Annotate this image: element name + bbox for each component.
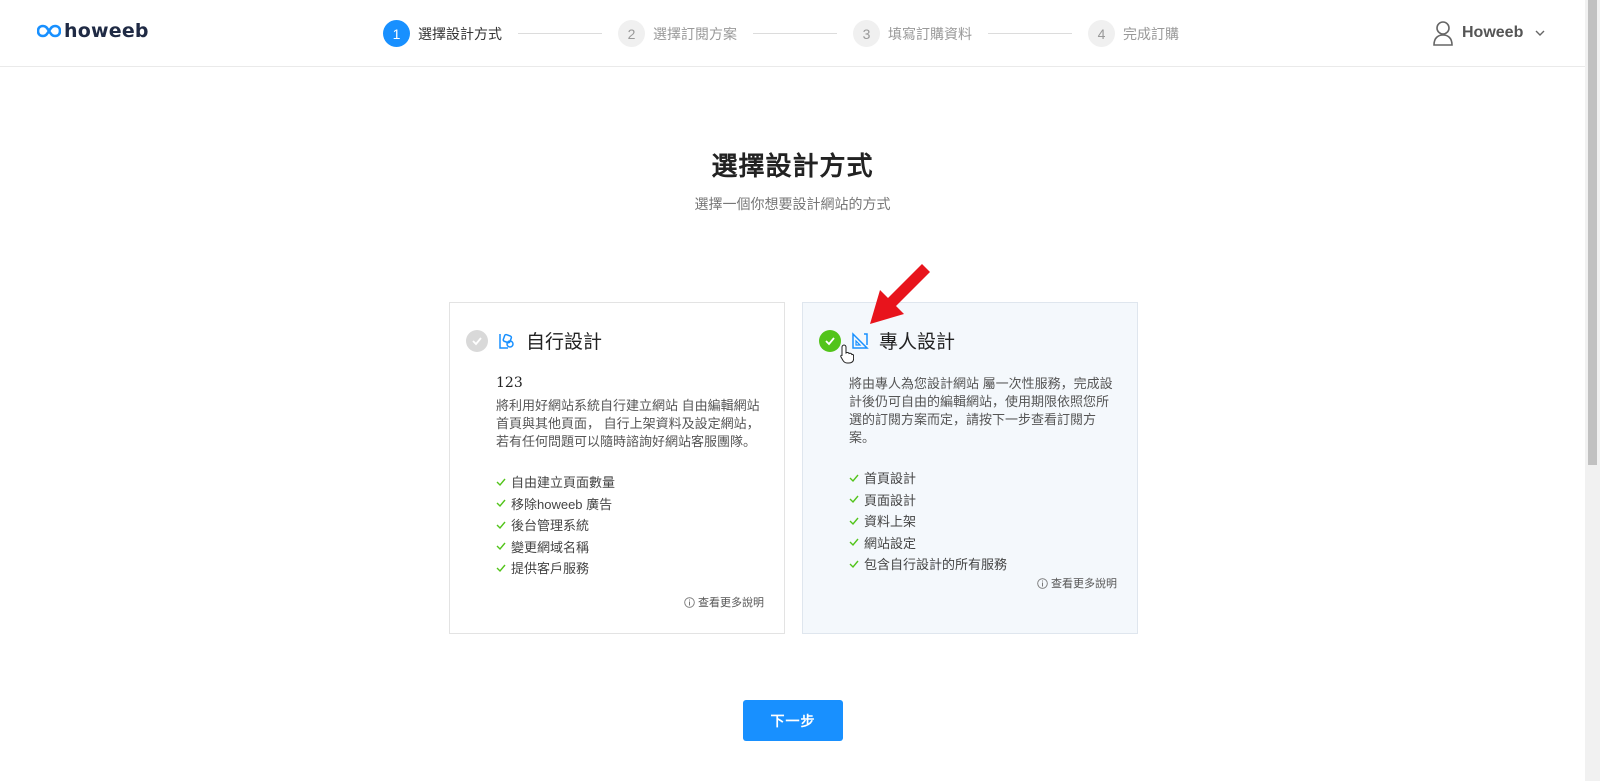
feature-item: 變更網域名稱 bbox=[496, 536, 766, 558]
tick-icon bbox=[849, 517, 859, 525]
tick-icon bbox=[849, 538, 859, 547]
chevron-down-icon bbox=[1535, 30, 1545, 36]
feature-item: 頁面設計 bbox=[849, 489, 1119, 511]
more-info-text: 查看更多說明 bbox=[1051, 578, 1117, 590]
tick-icon bbox=[849, 560, 859, 568]
scrollbar-thumb[interactable] bbox=[1588, 0, 1597, 465]
user-menu[interactable]: Howeeb bbox=[1432, 20, 1545, 46]
step-3: 3 填寫訂購資料 bbox=[853, 20, 972, 47]
card-description: 將由專人為您設計網站 屬一次性服務，完成設計後仍可自由的編輯網站，使用期限依照您… bbox=[849, 376, 1113, 445]
feature-text: 後台管理系統 bbox=[511, 518, 590, 534]
feature-item: 首頁設計 bbox=[849, 467, 1119, 489]
self-design-icon bbox=[499, 333, 514, 349]
step-number: 2 bbox=[618, 20, 645, 47]
annotation-arrow-icon bbox=[870, 264, 930, 324]
feature-text: 首頁設計 bbox=[864, 471, 917, 487]
tick-icon bbox=[496, 564, 506, 572]
hand-cursor-icon bbox=[840, 344, 854, 364]
step-label: 填寫訂購資料 bbox=[888, 25, 972, 42]
card-description: 將利用好網站系統自行建立網站 自由編輯網站首頁與其他頁面， 自行上架資料及設定網… bbox=[496, 398, 760, 449]
feature-text: 資料上架 bbox=[864, 514, 917, 530]
feature-text: 自由建立頁面數量 bbox=[511, 475, 616, 491]
step-number: 4 bbox=[1088, 20, 1115, 47]
step-progress: 1 選擇設計方式 2 選擇訂閱方案 3 填寫訂購資料 4 完成訂購 bbox=[383, 20, 1179, 47]
feature-text: 提供客戶服務 bbox=[511, 561, 590, 577]
check-icon bbox=[825, 336, 835, 345]
infinity-logo-icon bbox=[37, 24, 61, 38]
info-icon bbox=[1037, 577, 1048, 589]
step-4: 4 完成訂購 bbox=[1088, 20, 1179, 47]
step-connector bbox=[988, 33, 1072, 34]
feature-text: 頁面設計 bbox=[864, 492, 917, 508]
more-info-link[interactable]: 查看更多說明 bbox=[1037, 575, 1117, 591]
feature-list: 首頁設計 頁面設計 資料上架 網站設定 包含自行設計的所有服務 bbox=[849, 467, 1119, 575]
tick-icon bbox=[849, 495, 859, 504]
user-icon bbox=[1433, 21, 1453, 46]
card-title: 自行設計 bbox=[526, 332, 603, 353]
self-design-card[interactable]: 自行設計 123 將利用好網站系統自行建立網站 自由編輯網站首頁與其他頁面， 自… bbox=[449, 302, 785, 634]
tick-icon bbox=[496, 499, 506, 508]
user-name: Howeeb bbox=[1462, 24, 1524, 41]
step-number: 3 bbox=[853, 20, 880, 47]
feature-text: 變更網域名稱 bbox=[511, 539, 590, 555]
card-body: 將由專人為您設計網站 屬一次性服務，完成設計後仍可自由的編輯網站，使用期限依照您… bbox=[849, 375, 1119, 575]
page-subtitle: 選擇一個你想要設計網站的方式 bbox=[694, 196, 891, 212]
more-info-text: 查看更多說明 bbox=[698, 597, 764, 609]
feature-item: 移除howeeb 廣告 bbox=[496, 493, 766, 515]
unselected-check-icon[interactable] bbox=[466, 329, 488, 352]
step-label: 完成訂購 bbox=[1123, 25, 1179, 42]
feature-item: 網站設定 bbox=[849, 532, 1119, 554]
feature-item: 提供客戶服務 bbox=[496, 557, 766, 579]
more-info-link[interactable]: 查看更多說明 bbox=[684, 594, 764, 610]
feature-item: 資料上架 bbox=[849, 510, 1119, 532]
card-title: 專人設計 bbox=[879, 332, 956, 353]
card-tag: 123 bbox=[496, 375, 523, 391]
card-body: 123 將利用好網站系統自行建立網站 自由編輯網站首頁與其他頁面， 自行上架資料… bbox=[496, 375, 766, 579]
info-icon bbox=[684, 596, 695, 608]
page-scrollbar[interactable] bbox=[1585, 0, 1600, 781]
step-connector bbox=[753, 33, 837, 34]
feature-text: 包含自行設計的所有服務 bbox=[864, 557, 1008, 573]
tick-icon bbox=[496, 542, 506, 551]
selected-check-icon[interactable] bbox=[819, 329, 841, 352]
step-2: 2 選擇訂閱方案 bbox=[618, 20, 737, 47]
tick-icon bbox=[496, 521, 506, 529]
step-number: 1 bbox=[383, 20, 410, 47]
step-connector bbox=[518, 33, 602, 34]
tick-icon bbox=[496, 478, 506, 486]
tick-icon bbox=[849, 474, 859, 482]
feature-item: 包含自行設計的所有服務 bbox=[849, 553, 1119, 575]
page-title: 選擇設計方式 bbox=[711, 151, 874, 181]
card-header: 自行設計 bbox=[466, 327, 602, 354]
step-label: 選擇設計方式 bbox=[418, 25, 502, 42]
brand-name: howeeb bbox=[64, 20, 149, 42]
feature-text: 移除howeeb 廣告 bbox=[511, 496, 613, 512]
feature-list: 自由建立頁面數量 移除howeeb 廣告 後台管理系統 變更網域名稱 提供客戶服… bbox=[496, 471, 766, 579]
feature-text: 網站設定 bbox=[864, 535, 917, 551]
brand-logo[interactable]: howeeb bbox=[37, 20, 149, 42]
step-label: 選擇訂閱方案 bbox=[653, 25, 737, 42]
feature-item: 後台管理系統 bbox=[496, 514, 766, 536]
next-step-button[interactable]: 下一步 bbox=[743, 700, 843, 741]
check-icon bbox=[472, 336, 482, 345]
top-header: howeeb 1 選擇設計方式 2 選擇訂閱方案 3 填寫訂購資料 4 完成訂購… bbox=[0, 0, 1585, 67]
step-1: 1 選擇設計方式 bbox=[383, 20, 502, 47]
feature-item: 自由建立頁面數量 bbox=[496, 471, 766, 493]
